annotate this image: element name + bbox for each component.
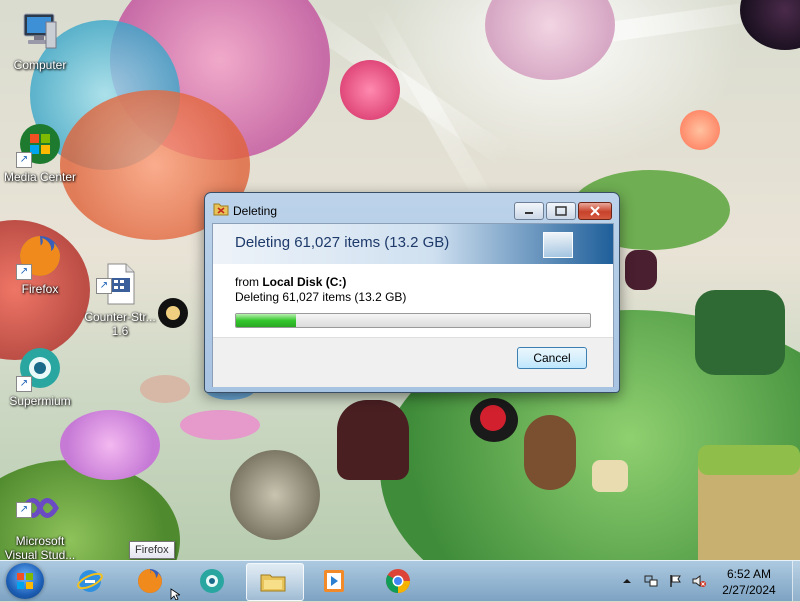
action-center-button[interactable] (668, 574, 682, 588)
visual-studio-icon: ↗ (16, 470, 64, 518)
windows-logo-icon (17, 573, 33, 589)
from-line: from Local Disk (C:) (235, 275, 346, 289)
desktop-icon-label: Media Center (3, 170, 77, 184)
desktop-icon-media-center[interactable]: ↗ Media Center (2, 120, 78, 184)
network-status-button[interactable] (644, 574, 658, 588)
shortcut-arrow-icon: ↗ (16, 152, 32, 168)
taskbar-app-chrome[interactable] (372, 563, 424, 599)
from-location: Local Disk (C:) (262, 275, 347, 289)
taskbar-clock[interactable]: 6:52 AM 2/27/2024 (712, 566, 786, 598)
chevron-up-icon (623, 579, 631, 583)
desktop-icon-label: Counter-Str... 1.6 (84, 310, 156, 338)
volume-muted-icon (692, 575, 706, 587)
dialog-footer: Cancel (213, 337, 613, 387)
shortcut-arrow-icon: ↗ (16, 502, 32, 518)
clock-date: 2/27/2024 (722, 583, 776, 597)
taskbar-app-firefox[interactable] (124, 563, 176, 599)
start-button[interactable] (6, 563, 44, 599)
firefox-icon (138, 569, 162, 593)
taskbar-app-file-explorer[interactable] (246, 563, 304, 601)
cancel-button[interactable]: Cancel (517, 347, 587, 369)
delete-folder-icon (213, 202, 229, 216)
media-player-icon (324, 570, 344, 592)
document-icon: ↗ (96, 246, 144, 305)
dialog-title: Deleting (233, 204, 278, 218)
taskbar-tooltip: Firefox (129, 541, 175, 559)
dialog-header: Deleting 61,027 items (13.2 GB) (213, 224, 613, 264)
shortcut-arrow-icon: ↗ (16, 376, 32, 392)
desktop-icon-firefox[interactable]: ↗ Firefox (2, 232, 78, 296)
progress-bar (235, 313, 591, 328)
show-hidden-icons-button[interactable] (620, 574, 634, 588)
desktop-icon-visual-studio[interactable]: ↗ Microsoft Visual Stud... (2, 456, 78, 562)
shortcut-arrow-icon: ↗ (16, 264, 32, 280)
close-icon (590, 206, 600, 216)
from-prefix: from (235, 275, 263, 289)
supermium-icon (200, 569, 224, 593)
computer-icon (16, 8, 64, 56)
minimize-button[interactable] (514, 202, 544, 220)
internet-explorer-icon (77, 570, 103, 592)
taskbar-app-internet-explorer[interactable] (64, 563, 116, 599)
deleting-dialog: Deleting Deleting 61,027 items (13.2 GB)… (204, 192, 620, 393)
status-line: Deleting 61,027 items (13.2 GB) (235, 290, 407, 304)
show-desktop-button[interactable] (792, 561, 800, 601)
firefox-icon: ↗ (16, 232, 64, 280)
minimize-icon (525, 212, 533, 214)
supermium-icon: ↗ (16, 344, 64, 392)
desktop-icon-label: Firefox (21, 282, 59, 296)
folder-icon (260, 574, 286, 592)
media-center-icon: ↗ (16, 120, 64, 168)
maximize-button[interactable] (546, 202, 576, 220)
network-icon (644, 575, 658, 587)
desktop-icon-supermium[interactable]: ↗ Supermium (2, 344, 78, 408)
desktop-icon-counter-strike[interactable]: ↗ Counter-Str... 1.6 (82, 232, 158, 338)
dialog-main-instruction: Deleting 61,027 items (13.2 GB) (235, 234, 450, 251)
taskbar-app-media-player[interactable] (308, 563, 360, 599)
mouse-cursor-icon (170, 588, 180, 600)
clock-time: 6:52 AM (726, 567, 772, 581)
close-button[interactable] (578, 202, 612, 220)
taskbar: 6:52 AM 2/27/2024 (0, 560, 800, 601)
desktop-icon-label: Supermium (9, 394, 71, 408)
maximize-icon (555, 206, 567, 216)
volume-button[interactable] (692, 574, 706, 588)
flag-icon (670, 575, 681, 587)
desktop-icon-computer[interactable]: Computer (2, 8, 78, 72)
recycle-animation-icon (543, 232, 573, 258)
progress-fill (236, 314, 297, 327)
desktop-icon-label: Microsoft Visual Stud... (4, 534, 76, 562)
dialog-body: Deleting 61,027 items (13.2 GB) from Loc… (212, 223, 614, 387)
chrome-icon (386, 569, 410, 593)
shortcut-arrow-icon: ↗ (96, 278, 112, 294)
taskbar-app-supermium[interactable] (186, 563, 238, 599)
desktop-icon-label: Computer (13, 58, 67, 72)
